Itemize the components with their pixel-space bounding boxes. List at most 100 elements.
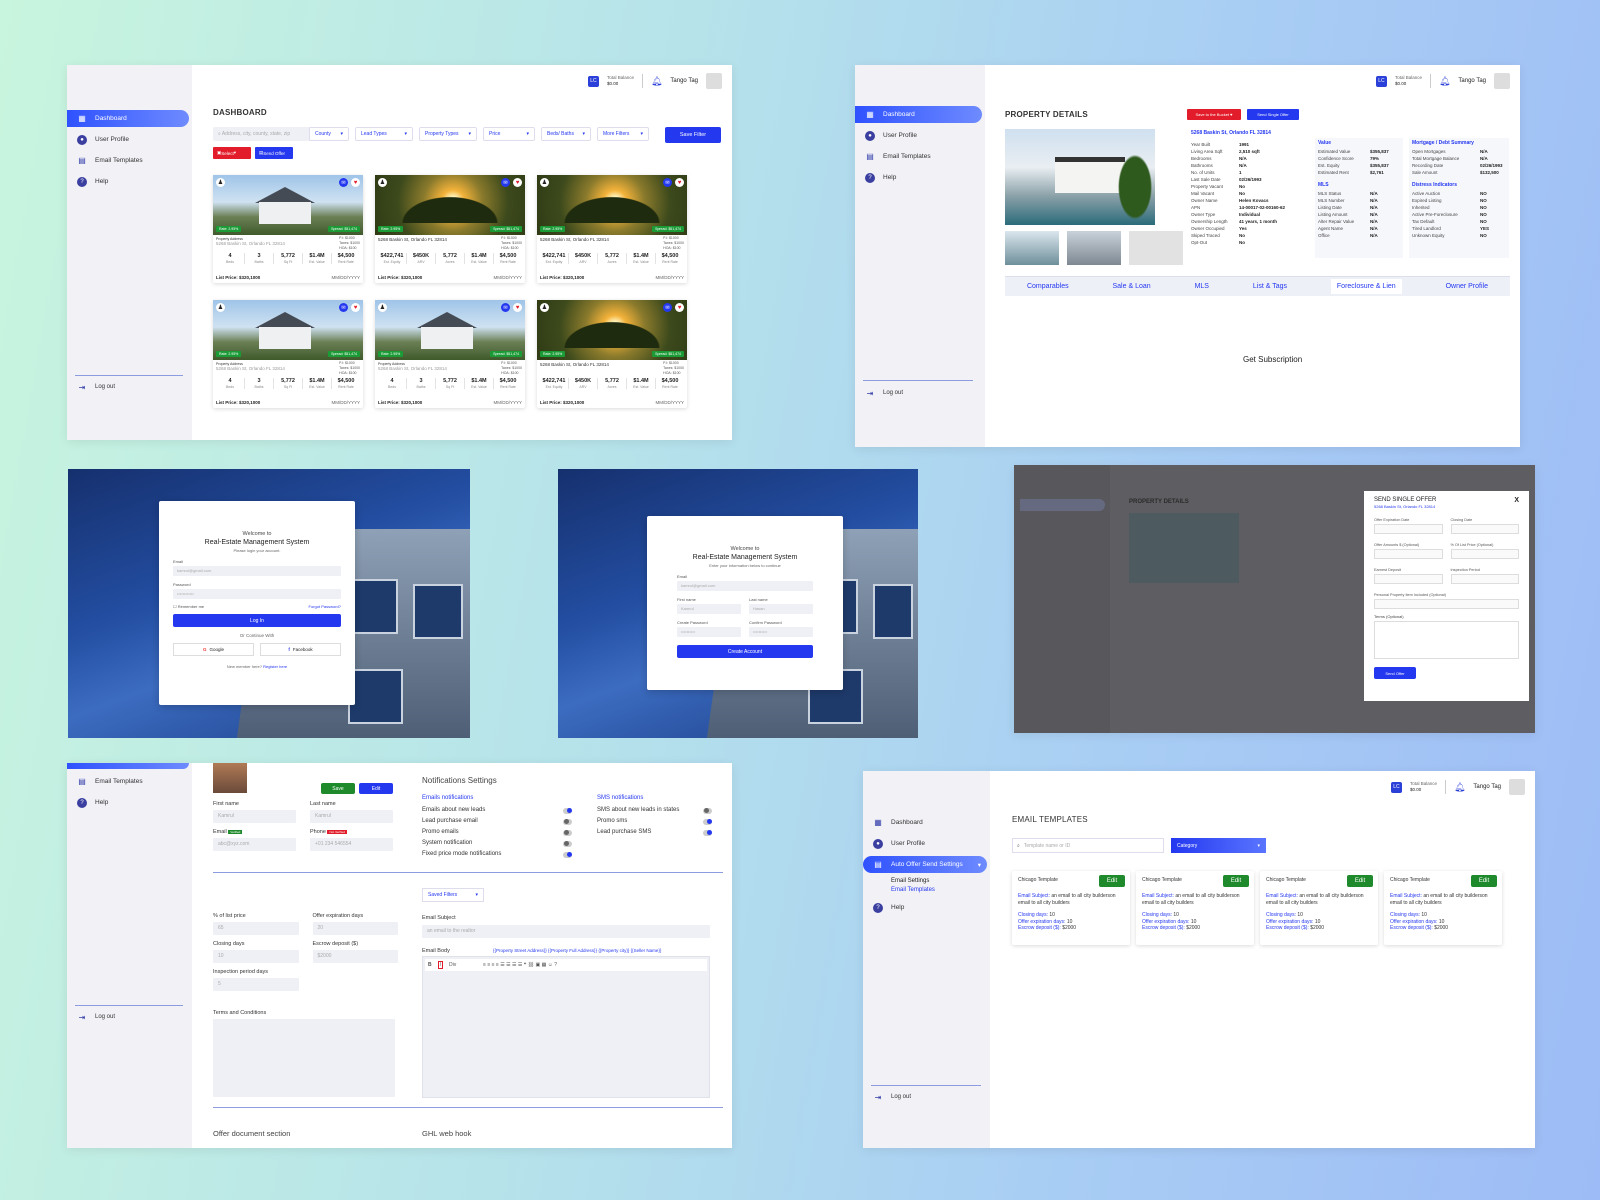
user-name[interactable]: Tango Tag: [1458, 78, 1486, 84]
sidebar-item-email-templates[interactable]: ▤ Email Templates: [67, 152, 192, 169]
sidebar-item-dashboard[interactable]: ▦ Dashboard: [67, 110, 189, 127]
saved-filters-select[interactable]: Saved Filters ▾: [422, 888, 484, 902]
email-input[interactable]: kamrul@gmail.com: [677, 581, 813, 591]
avatar[interactable]: [1509, 779, 1525, 795]
remember-checkbox[interactable]: ☐ Remember me: [173, 604, 204, 609]
send-offer-button[interactable]: ▤ Send Offer: [255, 147, 293, 159]
register-link[interactable]: Register here: [263, 664, 287, 669]
logout-button[interactable]: ⇥ Log out: [873, 1092, 911, 1102]
sidebar-item-profile[interactable]: ● User Profile: [855, 127, 985, 144]
email-input[interactable]: kamrul@gmail.com: [173, 566, 341, 576]
property-photo[interactable]: ♟ ✉ ♥ Rate: 2.95% Spread: $51,474: [375, 175, 525, 235]
agent-icon[interactable]: ♟: [540, 178, 549, 187]
sidebar-item-active[interactable]: [67, 763, 189, 769]
sidebar-item-help[interactable]: ? Help: [863, 899, 990, 916]
template-card[interactable]: Chicago Template Edit Email Subject: an em…: [1384, 871, 1502, 945]
filter-0[interactable]: County ▾: [309, 127, 349, 141]
login-button[interactable]: Log In: [173, 614, 341, 627]
tab-1[interactable]: Sale & Loan: [1113, 283, 1151, 290]
template-card[interactable]: Chicago Template Edit Email Subject: an em…: [1260, 871, 1378, 945]
terms-textarea[interactable]: [1374, 621, 1519, 659]
property-card[interactable]: ♟ ✉ ♥ Rate: 2.95% Spread: $51,474 5268 Baskin…: [375, 175, 525, 283]
agent-icon[interactable]: ♟: [540, 303, 549, 312]
property-photo[interactable]: ♟ ✉ ♥ Rate: 2.95% Spread: $51,474: [213, 300, 363, 360]
avatar[interactable]: [706, 73, 722, 89]
heart-icon[interactable]: ♥: [513, 178, 522, 187]
select-button[interactable]: ▣ Select ▾: [213, 147, 251, 159]
category-select[interactable]: Category ▾: [1171, 838, 1266, 853]
close-icon[interactable]: X: [1514, 497, 1519, 504]
bold-icon[interactable]: B: [428, 962, 432, 968]
offer-field-input[interactable]: 10: [213, 950, 299, 963]
search-input[interactable]: ⌕ Address, city, county, state, zip: [213, 127, 313, 141]
tab-0[interactable]: Comparables: [1027, 283, 1069, 290]
create-password-input[interactable]: ••••••••••: [677, 627, 741, 637]
modal-field-input[interactable]: [1450, 574, 1519, 584]
offer-field-input[interactable]: $2000: [312, 950, 398, 963]
forgot-password-link[interactable]: Forgot Password?: [309, 604, 341, 609]
toggle-switch[interactable]: [563, 829, 572, 836]
thumbnail-2[interactable]: [1067, 231, 1121, 265]
modal-field-input[interactable]: [1374, 599, 1519, 609]
avatar[interactable]: [1494, 73, 1510, 89]
sidebar-item-help[interactable]: ? Help: [855, 169, 985, 186]
template-search-input[interactable]: ⌕ Template name or ID: [1012, 838, 1164, 853]
heart-icon[interactable]: ♥: [351, 178, 360, 187]
terms-textarea[interactable]: [213, 1019, 395, 1097]
send-icon[interactable]: ✉: [501, 303, 510, 312]
sidebar-item-dashboard[interactable]: ▦ Dashboard: [863, 814, 990, 831]
offer-field-input[interactable]: 65: [213, 922, 299, 935]
bell-icon[interactable]: 🔔︎: [1439, 76, 1450, 87]
send-offer-button[interactable]: Send Offer: [1374, 667, 1416, 679]
save-button[interactable]: Save: [321, 783, 355, 794]
filter-1[interactable]: Lead Types ▾: [355, 127, 413, 141]
filter-5[interactable]: More Filters ▾: [597, 127, 649, 141]
save-to-bucket-button[interactable]: Save to the Bucket ♥: [1187, 109, 1241, 120]
last-name-input[interactable]: Hasan: [749, 604, 813, 614]
confirm-password-input[interactable]: ••••••••••: [749, 627, 813, 637]
agent-icon[interactable]: ♟: [378, 303, 387, 312]
filter-4[interactable]: Beds/ Baths ▾: [541, 127, 591, 141]
agent-icon[interactable]: ♟: [378, 178, 387, 187]
edit-button[interactable]: Edit: [359, 783, 393, 794]
toggle-switch[interactable]: [563, 840, 572, 847]
sidebar-item-email-templates[interactable]: ▤ Email Templates: [67, 773, 192, 790]
user-name[interactable]: Tango Tag: [1473, 784, 1501, 790]
toggle-switch[interactable]: [563, 851, 572, 858]
offer-field-input[interactable]: 5: [213, 978, 299, 991]
property-card[interactable]: ♟ ✉ ♥ Rate: 2.95% Spread: $51,474 Property Ad…: [213, 175, 363, 283]
toggle-switch[interactable]: [703, 829, 712, 836]
toggle-switch[interactable]: [563, 807, 572, 814]
edit-button[interactable]: Edit: [1471, 875, 1497, 887]
thumbnail-3[interactable]: [1129, 231, 1183, 265]
agent-icon[interactable]: ♟: [216, 303, 225, 312]
property-photo[interactable]: ♟ ✉ ♥ Rate: 2.95% Spread: $51,474: [213, 175, 363, 235]
modal-field-input[interactable]: [1450, 549, 1519, 559]
send-icon[interactable]: ✉: [663, 178, 672, 187]
property-photo[interactable]: ♟ ✉ ♥ Rate: 2.95% Spread: $51,474: [537, 175, 687, 235]
thumbnail-1[interactable]: [1005, 231, 1059, 265]
sub-item-email-settings[interactable]: Email Settings: [863, 877, 990, 886]
filter-3[interactable]: Price ▾: [483, 127, 535, 141]
get-subscription[interactable]: Get Subscription: [1243, 355, 1302, 364]
toggle-switch[interactable]: [563, 818, 572, 825]
offer-field-input[interactable]: 20: [312, 922, 398, 935]
property-photo[interactable]: ♟ ✉ ♥ Rate: 2.95% Spread: $51,474: [537, 300, 687, 360]
profile-photo[interactable]: [213, 763, 247, 793]
bell-icon[interactable]: 🔔︎: [651, 76, 662, 87]
heart-icon[interactable]: ♥: [513, 303, 522, 312]
edit-button[interactable]: Edit: [1347, 875, 1373, 887]
template-card[interactable]: Chicago Template Edit Email Subject: an em…: [1012, 871, 1130, 945]
send-icon[interactable]: ✉: [663, 303, 672, 312]
heart-icon[interactable]: ♥: [675, 178, 684, 187]
filter-2[interactable]: Property Types ▾: [419, 127, 477, 141]
edit-button[interactable]: Edit: [1099, 875, 1125, 887]
logout-button[interactable]: ⇥ Log out: [77, 1012, 115, 1022]
send-single-offer-button[interactable]: Send Single Offer: [1247, 109, 1299, 120]
phone-input[interactable]: +01 234 546554: [310, 838, 393, 851]
facebook-button[interactable]: f Facebook: [260, 643, 341, 656]
modal-field-input[interactable]: [1374, 549, 1443, 559]
sub-item-email-templates[interactable]: Email Templates: [863, 886, 990, 895]
template-card[interactable]: Chicago Template Edit Email Subject: an em…: [1136, 871, 1254, 945]
align-icons[interactable]: ≡ ≡ ≡ ≡ ☰ ☰ ☰ ☰ ❝ ⛓ ▣ ▦ ☺ ?: [483, 962, 557, 968]
